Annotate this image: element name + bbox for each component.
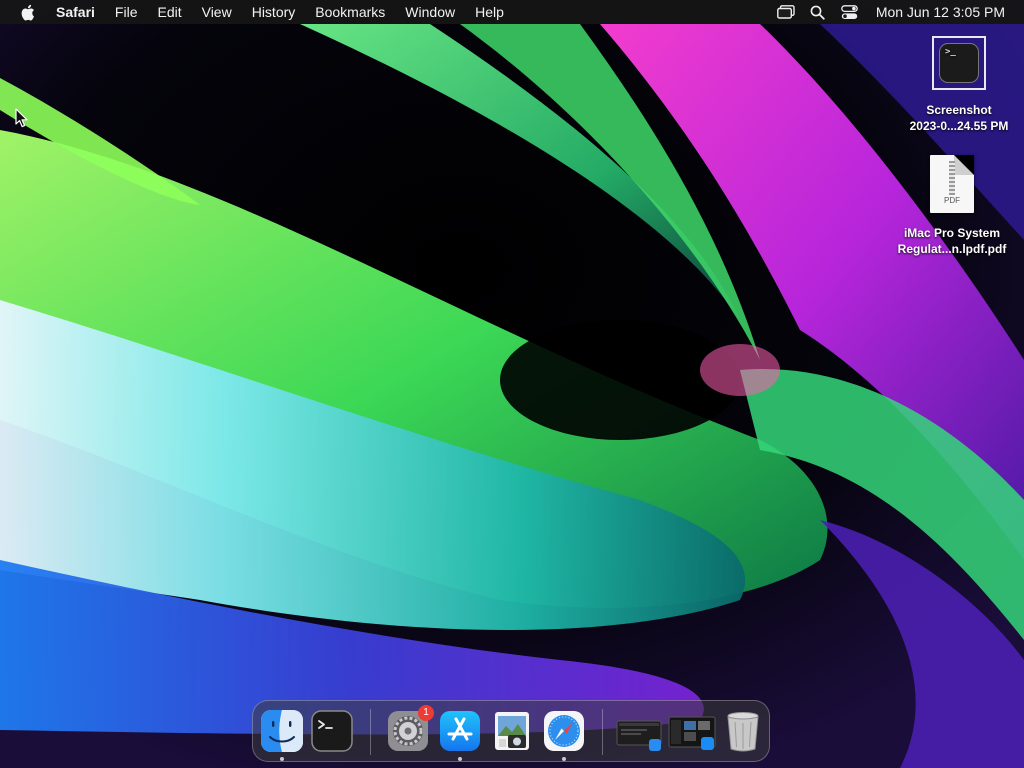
desktop-item-label-line1: iMac Pro System <box>903 226 1001 240</box>
menu-history[interactable]: History <box>242 0 306 24</box>
dock-safari[interactable] <box>542 709 586 753</box>
menu-bar-clock[interactable]: Mon Jun 12 3:05 PM <box>866 4 1024 20</box>
dock-finder[interactable] <box>260 709 304 753</box>
pdf-tag: PDF <box>944 196 960 205</box>
dock: 1 <box>252 700 770 762</box>
menu-bar-status-area: Mon Jun 12 3:05 PM <box>770 0 1024 24</box>
menu-app-name[interactable]: Safari <box>50 0 105 24</box>
menu-help[interactable]: Help <box>465 0 514 24</box>
mouse-pointer-icon <box>15 108 28 128</box>
window-thumbnail-icon <box>616 720 662 751</box>
spotlight-search-icon[interactable] <box>808 2 828 22</box>
preview-icon <box>495 712 529 750</box>
dock-running-indicator <box>280 757 284 761</box>
menu-window[interactable]: Window <box>395 0 465 24</box>
terminal-icon: >_ <box>939 43 979 83</box>
trash-icon <box>727 712 759 752</box>
desktop-item-label-line1: Screenshot <box>926 103 992 117</box>
safari-icon <box>544 711 584 751</box>
terminal-icon <box>311 710 353 752</box>
app-store-icon <box>440 711 480 751</box>
apple-logo-icon[interactable] <box>18 3 36 21</box>
dock-terminal[interactable] <box>310 709 354 753</box>
desktop-item-label-line2: 2023-0...24.55 PM <box>909 119 1009 133</box>
desktop-wallpaper <box>0 0 1024 768</box>
menu-file[interactable]: File <box>105 0 148 24</box>
pdf-document-icon: PDF <box>930 155 974 213</box>
menu-bookmarks[interactable]: Bookmarks <box>305 0 395 24</box>
menu-edit[interactable]: Edit <box>147 0 191 24</box>
dock-running-indicator <box>562 757 566 761</box>
dock-separator <box>370 709 371 755</box>
desktop-item-label-line2: Regulat...n.lpdf.pdf <box>897 242 1007 256</box>
dock-trash[interactable] <box>721 709 765 753</box>
dock-running-indicator <box>458 757 462 761</box>
dock-separator <box>602 709 603 755</box>
control-center-icon[interactable] <box>840 2 860 22</box>
menu-view[interactable]: View <box>192 0 242 24</box>
finder-icon <box>261 710 303 752</box>
dock-recent-window-1[interactable] <box>615 709 663 753</box>
dock-system-settings[interactable]: 1 <box>386 705 434 753</box>
screen-mirroring-icon[interactable] <box>776 2 796 22</box>
desktop-item-screenshot[interactable]: >_ Screenshot 2023-0...24.55 PM <box>895 36 1023 134</box>
dock-preview[interactable] <box>490 709 534 753</box>
dock-recent-window-2[interactable] <box>667 709 717 753</box>
desktop-item-pdf[interactable]: PDF iMac Pro System Regulat...n.lpdf.pdf <box>888 155 1016 257</box>
screenshot-thumbnail: >_ <box>932 36 986 90</box>
notification-badge: 1 <box>418 705 434 721</box>
window-thumbnail-icon <box>668 716 716 750</box>
dock-app-store[interactable] <box>438 709 482 753</box>
menu-bar: Safari File Edit View History Bookmarks … <box>0 0 1024 24</box>
